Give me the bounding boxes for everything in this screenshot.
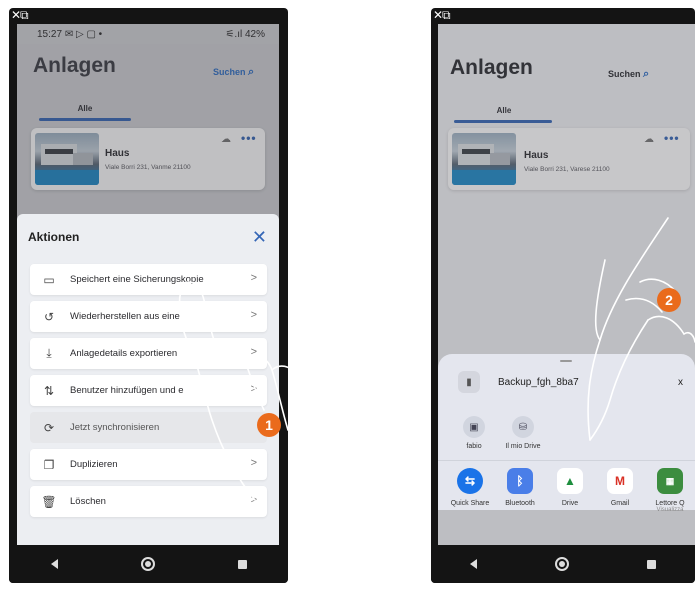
- share-file-row: ▮ Backup_fgh_8ba7 x: [438, 366, 695, 398]
- share-app-label: Drive: [561, 500, 579, 507]
- action-export[interactable]: ⤓ Anlagedetails exportieren >: [30, 338, 267, 369]
- share-app-qr-reader[interactable]: ▦ Lettore Q Visualizza: [645, 468, 695, 513]
- share-app-row: ⇆ Quick Share ᛒ Bluetooth ▲ Drive M Gmai…: [438, 468, 695, 513]
- share-target-label: fabio: [466, 443, 482, 450]
- share-app-label: Bluetooth: [505, 500, 535, 507]
- back-icon[interactable]: [50, 559, 58, 569]
- share-app-label: Quick Share: [450, 500, 490, 507]
- overlay-icons: ✕⧉: [433, 8, 451, 22]
- share-app-sublabel: Visualizza: [656, 507, 684, 513]
- drive-icon: ▲: [557, 468, 583, 494]
- file-extension: x: [678, 376, 683, 388]
- restore-icon: ↺: [43, 309, 55, 324]
- tutorial-stage: ✕⧉ 15:27 ✉ ▷ ▢ • ⚟.ıl 42% Anlagen Suchen…: [0, 0, 695, 591]
- drive-folder-icon: ⛁: [512, 416, 534, 438]
- actions-sheet: Aktionen ✕ ▭ Speichert eine Sicherungsko…: [17, 214, 279, 546]
- share-app-label: Gmail: [610, 500, 630, 507]
- action-label: Duplizieren: [70, 459, 118, 470]
- sheet-title: Aktionen: [28, 230, 80, 244]
- contact-icon: ▣: [463, 416, 485, 438]
- chevron-right-icon: >: [250, 383, 257, 395]
- overlay-icons: ✕⧉: [11, 8, 29, 22]
- trash-icon: 🗑: [41, 494, 57, 509]
- share-app-drive[interactable]: ▲ Drive: [545, 468, 595, 507]
- action-delete[interactable]: 🗑 Löschen >: [30, 486, 267, 517]
- duplicate-icon: ❐: [43, 457, 55, 472]
- sheet-handle[interactable]: [560, 360, 572, 362]
- back-icon[interactable]: [470, 559, 477, 569]
- close-icon[interactable]: ✕: [252, 227, 267, 248]
- save-icon: ▭: [43, 272, 55, 287]
- file-icon: ▮: [458, 371, 480, 393]
- action-label: Benutzer hinzufügen und e: [70, 385, 184, 396]
- share-app-label: Lettore Q: [655, 500, 685, 507]
- home-icon[interactable]: [555, 557, 569, 571]
- bluetooth-icon: ᛒ: [507, 468, 533, 494]
- export-icon: ⤓: [46, 346, 52, 360]
- action-restore[interactable]: ↺ Wiederherstellen aus eine >: [30, 301, 267, 332]
- action-add-users[interactable]: ⇅ Benutzer hinzufügen und e >: [30, 375, 267, 406]
- share-app-gmail[interactable]: M Gmail: [595, 468, 645, 507]
- action-label: Anlagedetails exportieren: [70, 348, 178, 359]
- action-duplicate[interactable]: ❐ Duplizieren >: [30, 449, 267, 480]
- action-label: Löschen: [70, 496, 106, 507]
- share-target-fabio[interactable]: ▣ fabio: [451, 416, 497, 450]
- phone-frame-1: ✕⧉ 15:27 ✉ ▷ ▢ • ⚟.ıl 42% Anlagen Suchen…: [9, 8, 288, 583]
- recents-icon[interactable]: [647, 559, 656, 569]
- action-list: ▭ Speichert eine Sicherungskopie > ↺ Wie…: [30, 264, 267, 523]
- gmail-icon: M: [607, 468, 633, 494]
- divider: [438, 460, 695, 461]
- quick-share-icon: ⇆: [457, 468, 483, 494]
- share-target-my-drive[interactable]: ⛁ Il mio Drive: [500, 416, 546, 450]
- android-nav-bar: [431, 545, 695, 583]
- qr-reader-icon: ▦: [657, 468, 683, 494]
- share-app-bluetooth[interactable]: ᛒ Bluetooth: [495, 468, 545, 507]
- action-label: Speichert eine Sicherungskopie: [70, 274, 204, 285]
- chevron-right-icon: >: [250, 346, 257, 358]
- home-icon[interactable]: [140, 557, 155, 571]
- chevron-right-icon: >: [250, 494, 257, 506]
- phone-screen-2: Anlagen Suchen ⌕ Alle Haus Viale Borri 2…: [438, 24, 695, 546]
- add-users-icon: ⇅: [43, 383, 55, 398]
- action-save-backup[interactable]: ▭ Speichert eine Sicherungskopie >: [30, 264, 267, 295]
- phone-frame-2: ✕⧉ Anlagen Suchen ⌕ Alle Haus Viale Borr…: [431, 8, 695, 583]
- action-label: Jetzt synchronisieren: [70, 422, 160, 433]
- phone-screen-1: 15:27 ✉ ▷ ▢ • ⚟.ıl 42% Anlagen Suchen ⌕ …: [17, 24, 279, 546]
- chevron-right-icon: >: [250, 457, 257, 469]
- recents-icon[interactable]: [237, 559, 247, 569]
- file-name: Backup_fgh_8ba7: [498, 376, 579, 388]
- android-nav-bar: [9, 545, 288, 583]
- chevron-right-icon: >: [250, 272, 257, 284]
- share-target-label: Il mio Drive: [505, 443, 541, 450]
- sync-icon: ⟳: [43, 420, 55, 435]
- action-sync[interactable]: ⟳ Jetzt synchronisieren: [30, 412, 267, 443]
- step-badge-1: 1: [257, 413, 281, 437]
- action-label: Wiederherstellen aus eine: [70, 311, 180, 322]
- chevron-right-icon: >: [250, 309, 257, 321]
- step-badge-2: 2: [657, 288, 681, 312]
- share-app-quick-share[interactable]: ⇆ Quick Share: [445, 468, 495, 507]
